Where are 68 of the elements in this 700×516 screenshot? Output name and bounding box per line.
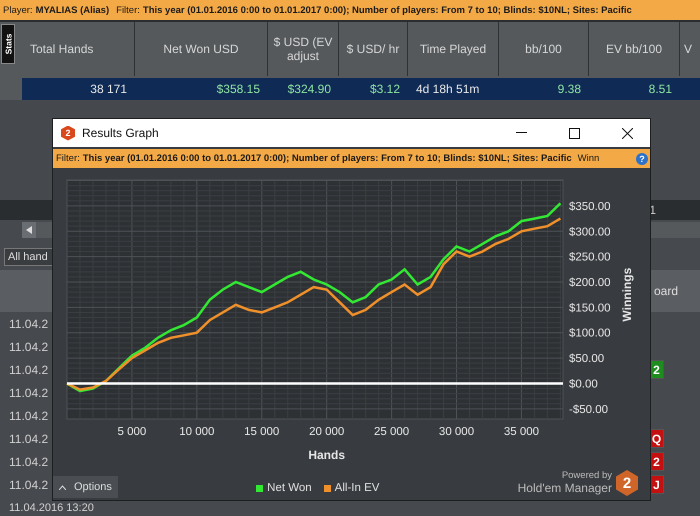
filter-text: This year (01.01.2016 0:00 to 01.01.2017 0:00); Number of players: From 7 to 10; Blinds: $10NL; Sites: Pacific [142, 4, 632, 16]
column-header[interactable]: Time Played [408, 22, 499, 76]
filter-text: This year (01.01.2016 0:00 to 01.01.2017 0:00); Number of players: From 7 to 10; Blinds: $10NL; Sites: Pacific [82, 153, 572, 164]
table-cell-text: $3.12 [368, 82, 401, 96]
x-tick-label: 25 000 [374, 426, 410, 438]
y-tick-label: $0.00 [569, 378, 598, 390]
y-tick-label: $350.00 [569, 200, 611, 213]
hands-dropdown[interactable]: All hand [4, 248, 52, 266]
date-cell: 11.04.2 [9, 408, 48, 422]
filter-label: Filter: [56, 153, 80, 164]
filter-label: Filter: [116, 4, 140, 16]
player-label: Player: [3, 4, 33, 16]
y-tick-label: $250.00 [569, 252, 611, 264]
y-tick-label: $100.00 [569, 328, 611, 340]
y-tick-label: $50.00 [569, 353, 604, 366]
caret-icon [59, 484, 66, 490]
table-cell-text: $324.90 [286, 82, 332, 96]
app-logo-icon: 2 [61, 126, 75, 140]
help-icon[interactable]: ? [636, 152, 648, 164]
date-cell: 11.04.2 [9, 340, 48, 354]
filter-tail-text: Winn [578, 153, 600, 164]
x-tick-label: 30 000 [438, 426, 474, 438]
column-header[interactable]: Net Won USD [135, 22, 268, 76]
column-header[interactable]: oard [654, 284, 678, 298]
date-cell: 11.04.2016 13:20 [9, 502, 94, 514]
column-header[interactable]: $ USD/ hr [339, 22, 408, 76]
window-title: Results Graph [82, 126, 159, 140]
x-tick-label: 20 000 [309, 426, 344, 438]
column-header[interactable]: V [680, 22, 698, 76]
date-cell: 11.04.2 [9, 362, 48, 376]
legend-item: All-In EV [324, 482, 380, 494]
maximize-icon [568, 128, 580, 138]
column-header[interactable]: $ USD (EV adjust [268, 22, 339, 76]
date-cell: 11.04.2 [9, 432, 48, 446]
stats-tab[interactable]: Stats [1, 24, 15, 64]
legend-item: Net Won [256, 482, 312, 494]
table-cell-text: 38 171 [89, 82, 128, 96]
scroll-left-button[interactable] [22, 222, 36, 238]
minimize-icon [516, 132, 526, 134]
y-tick-label: $200.00 [569, 277, 611, 289]
powered-by-text: Powered by [562, 471, 612, 482]
date-cell: 11.04.2 [9, 316, 48, 330]
left-arrow-icon [26, 226, 32, 234]
column-header[interactable]: bb/100 [499, 22, 589, 76]
date-cell: 11.04.2 [9, 454, 48, 468]
column-header[interactable]: EV bb/100 [589, 22, 680, 76]
brand-name: Hold'em Manager [518, 482, 612, 495]
table-cell-text: $358.15 [216, 82, 261, 96]
table-row[interactable]: 38 171 $358.15 $324.90 $3.12 4d 18h 51m 9.38 8.51 [22, 78, 700, 100]
player-name: MYALIAS (Alias) [36, 4, 110, 16]
date-cell: 11.04.2 [9, 478, 48, 492]
options-button[interactable]: Options [53, 476, 118, 498]
y-tick-label: -$50.00 [569, 404, 608, 416]
y-axis-title: Winnings [620, 268, 634, 322]
column-header[interactable]: Total Hands [22, 22, 135, 76]
x-tick-label: 35 000 [504, 426, 540, 438]
y-tick-label: $300.00 [569, 226, 611, 238]
date-cell: 11.04.2 [9, 386, 48, 400]
y-tick-label: $150.00 [569, 302, 611, 314]
close-icon [622, 128, 632, 138]
table-cell-text: 4d 18h 51m [415, 82, 480, 96]
x-tick-label: 5 000 [118, 426, 146, 438]
table-cell-text: 8.51 [648, 82, 673, 96]
table-cell-text: 9.38 [556, 82, 582, 96]
x-axis-title: Hands [308, 448, 346, 462]
x-tick-label: 15 000 [244, 426, 280, 438]
x-tick-label: 10 000 [179, 426, 214, 438]
brand-logo: 2 [616, 470, 638, 496]
